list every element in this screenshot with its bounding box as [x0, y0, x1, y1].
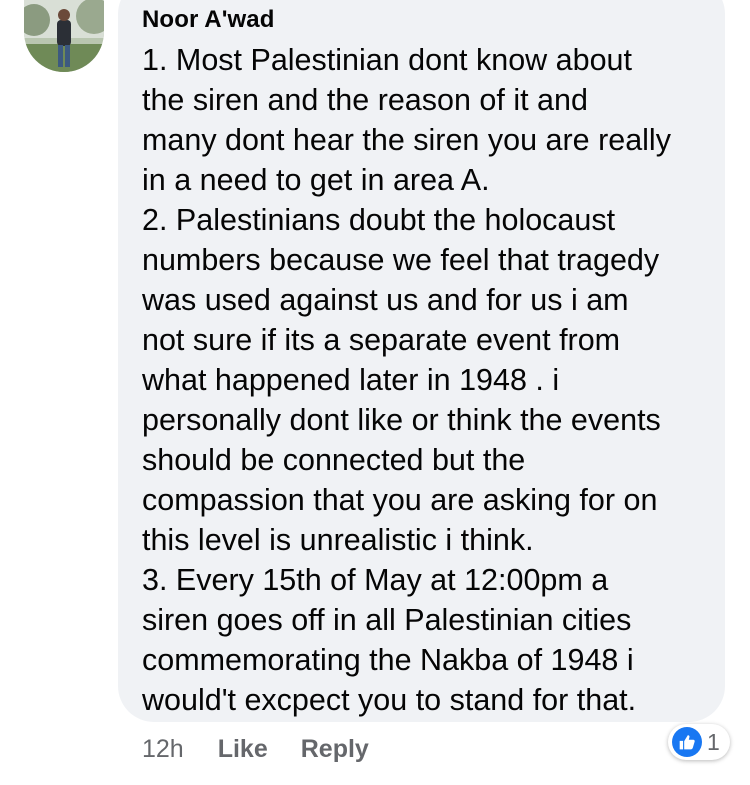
reaction-count: 1: [707, 728, 720, 755]
comment-author[interactable]: Noor A'wad: [142, 6, 274, 34]
comment-line: what happened later in 1948 . i: [142, 363, 560, 397]
comment-line: not sure if its a separate event from: [142, 323, 621, 357]
comment-line: siren goes off in all Palestinian cities: [142, 603, 632, 637]
reply-button[interactable]: Reply: [301, 735, 369, 764]
comment-line: in a need to get in area A.: [142, 163, 490, 197]
comment-line: 1. Most Palestinian dont know about: [142, 43, 632, 77]
comment-line: should be connected but the: [142, 443, 526, 477]
comment-line: numbers because we feel that tragedy: [142, 243, 660, 277]
comment-timestamp[interactable]: 12h: [142, 735, 184, 764]
like-button[interactable]: Like: [218, 735, 268, 764]
comment-actions: 12h Like Reply: [142, 733, 369, 765]
comment-line: commemorating the Nakba of 1948 i: [142, 643, 634, 677]
profile-photo: [24, 0, 104, 72]
comment-line: 3. Every 15th of May at 12:00pm a: [142, 563, 609, 597]
comment-text: 1. Most Palestinian dont know about the …: [142, 40, 717, 720]
comment-line: would't excpect you to stand for that.: [142, 683, 637, 717]
comment-line: personally dont like or think the events: [142, 403, 661, 437]
comment-line: the siren and the reason of it and: [142, 83, 588, 117]
avatar[interactable]: [24, 0, 104, 72]
reaction-summary[interactable]: 1: [668, 724, 730, 760]
comment-line: this level is unrealistic i think.: [142, 523, 534, 557]
comment-line: was used against us and for us i am: [142, 283, 629, 317]
comment-line: 2. Palestinians doubt the holocaust: [142, 203, 616, 237]
thumbs-up-icon: [672, 727, 702, 757]
comment-line: compassion that you are asking for on: [142, 483, 658, 517]
comment-line: many dont hear the siren you are really: [142, 123, 671, 157]
